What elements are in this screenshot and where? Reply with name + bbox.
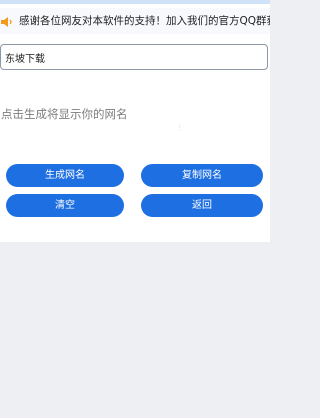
- result-text: 点击生成将显示你的网名: [1, 107, 128, 121]
- clear-button[interactable]: 清空: [6, 194, 124, 217]
- notice-banner: 感谢各位网友对本软件的支持！加入我们的官方QQ群获取更多软件: [0, 8, 270, 34]
- speaker-icon: [0, 14, 14, 28]
- main-panel: 感谢各位网友对本软件的支持！加入我们的官方QQ群获取更多软件 点击生成将显示你的…: [0, 0, 270, 242]
- notice-text: 感谢各位网友对本软件的支持！加入我们的官方QQ群获取更多软件: [19, 15, 270, 27]
- generate-name-button[interactable]: 生成网名: [6, 164, 124, 187]
- copy-name-button[interactable]: 复制网名: [141, 164, 263, 187]
- name-input[interactable]: [5, 47, 260, 67]
- faint-mark: ⁝: [178, 123, 182, 134]
- top-bar: [0, 0, 270, 4]
- name-input-box[interactable]: [0, 44, 268, 70]
- back-button[interactable]: 返回: [141, 194, 263, 217]
